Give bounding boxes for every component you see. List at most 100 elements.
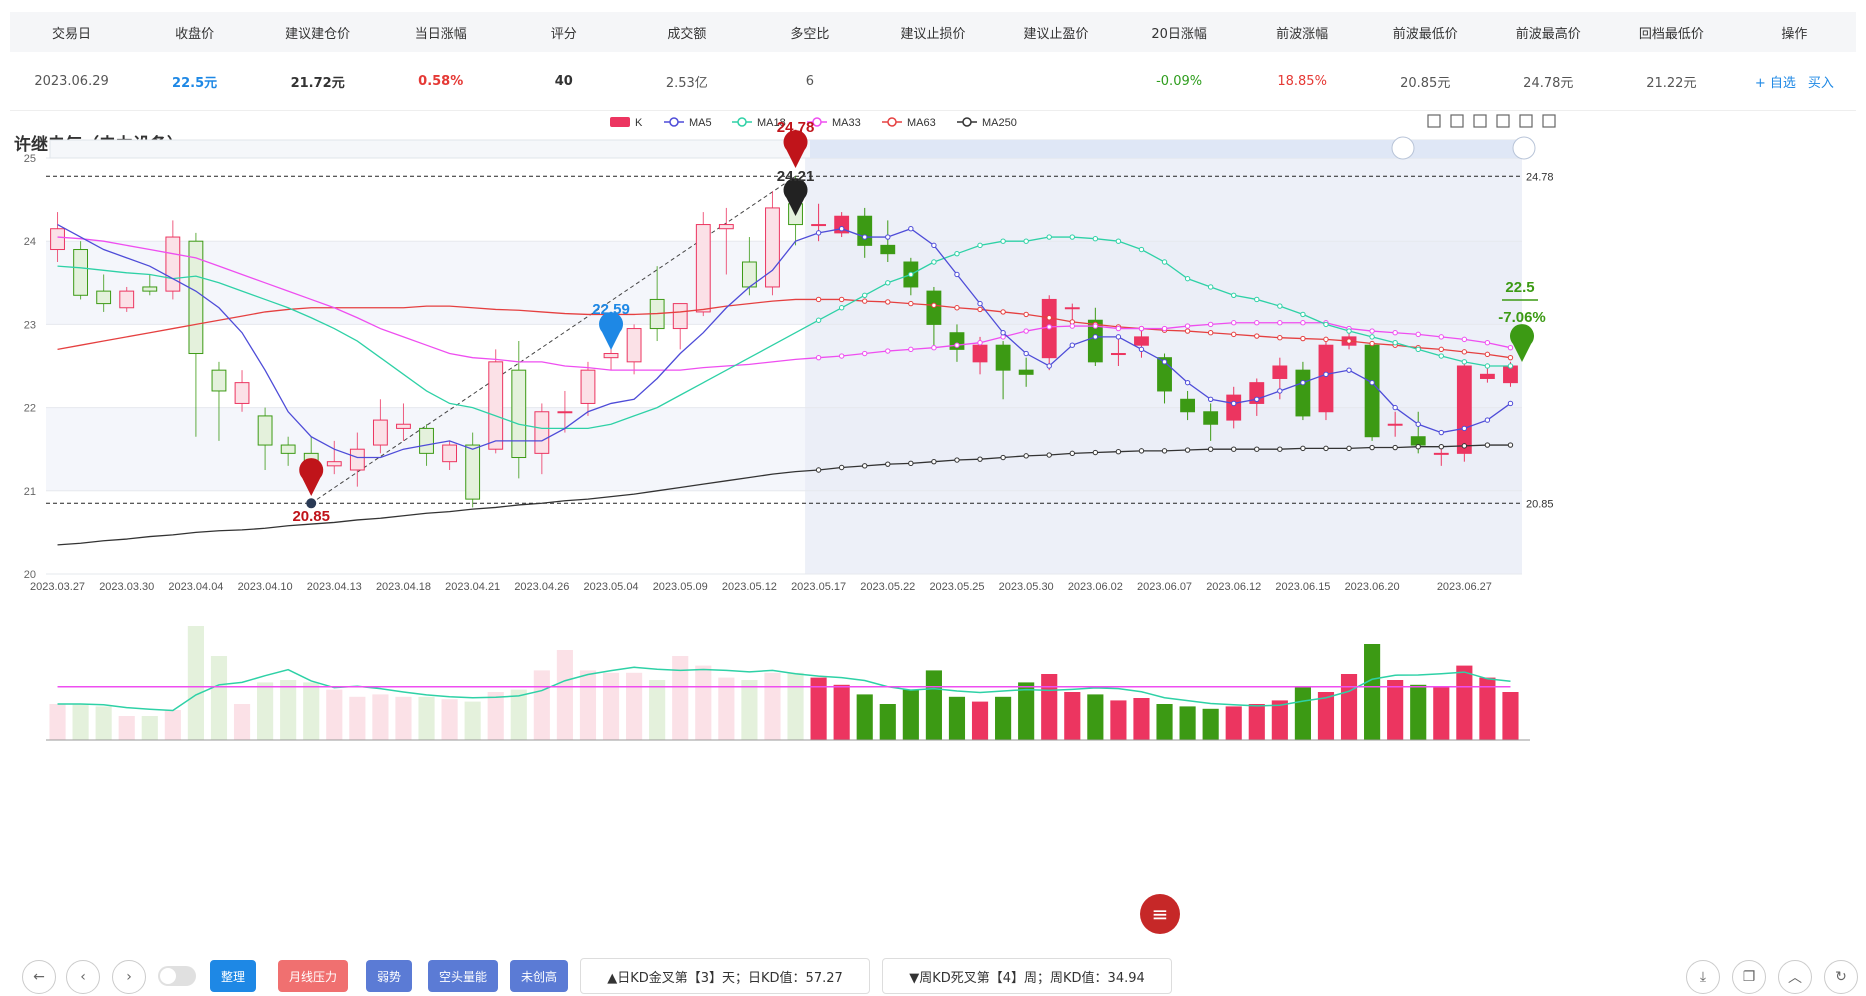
ma18-line-point xyxy=(954,250,960,257)
x-tick-label: 2023.04.10 xyxy=(238,581,293,593)
no-new-high-button[interactable]: 未创高 xyxy=(510,960,568,992)
x-tick-label: 2023.05.17 xyxy=(791,581,846,593)
legend-swatch-dot xyxy=(962,117,972,127)
ma33-line-point xyxy=(838,353,845,359)
y-tick-label: 23 xyxy=(24,319,36,331)
volume-bar xyxy=(695,665,712,740)
ma33-line-point xyxy=(1369,328,1375,334)
y-tick-label: 20 xyxy=(24,569,36,581)
volume-bar xyxy=(1387,680,1404,740)
ma63-line-point xyxy=(862,298,868,304)
ma18-line-point xyxy=(1184,275,1191,282)
last-marker-label: 22.5 xyxy=(1505,279,1534,296)
toggle-switch[interactable] xyxy=(158,966,196,986)
candle xyxy=(626,324,642,375)
volume-bar xyxy=(1271,700,1288,740)
ma63-line-point xyxy=(838,296,845,303)
volume-bar xyxy=(672,656,689,740)
candle-body xyxy=(326,461,342,467)
candle-body xyxy=(857,215,873,246)
volume-bar xyxy=(349,696,366,740)
volume-bar xyxy=(72,704,89,740)
download-tool-icon xyxy=(1542,114,1556,128)
ma33-line-point xyxy=(1392,330,1398,336)
candle xyxy=(765,191,780,296)
candle-body xyxy=(349,448,365,471)
candle-body xyxy=(396,423,411,429)
volume-bar xyxy=(948,696,966,740)
ma5-line-point xyxy=(1415,421,1421,427)
x-tick-label: 2023.04.26 xyxy=(514,581,569,593)
x-tick-label: 2023.05.25 xyxy=(929,581,984,593)
volume-bar xyxy=(280,680,297,740)
ma250-line-point xyxy=(1484,442,1491,448)
y-tick-label: 24 xyxy=(24,236,36,248)
x-tick-label: 2023.04.18 xyxy=(376,581,431,593)
legend-item: K xyxy=(610,117,643,129)
volume-bar xyxy=(1340,674,1358,740)
monthly-pressure-button[interactable]: 月线压力 xyxy=(278,960,348,992)
refresh-icon[interactable]: ↻ xyxy=(1824,960,1858,994)
ma33-line-point xyxy=(1277,320,1283,326)
x-tick-label: 2023.03.30 xyxy=(99,581,154,593)
candle-body xyxy=(419,427,434,454)
prev-icon[interactable]: ‹ xyxy=(66,960,100,994)
legend-item: MA33 xyxy=(807,117,861,129)
volume-bar xyxy=(1018,682,1035,740)
ref-label-low: 20.85 xyxy=(1526,498,1554,510)
ma63-line-point xyxy=(977,306,983,313)
ma33-line-point xyxy=(1207,321,1214,328)
ma18-line-point xyxy=(1161,259,1168,265)
volume-bar xyxy=(233,704,251,740)
short-volume-button[interactable]: 空头量能 xyxy=(428,960,498,992)
volume-bar xyxy=(995,696,1012,740)
candle xyxy=(834,212,850,238)
up-icon[interactable]: ︿ xyxy=(1778,960,1812,994)
volume-bar xyxy=(856,694,873,740)
ma5-line-point xyxy=(1138,346,1145,353)
ma18-line-point xyxy=(1323,321,1329,328)
ma18-line-point xyxy=(838,305,845,311)
back-arrow-icon[interactable]: ← xyxy=(22,960,56,994)
ma33-line-point xyxy=(1069,323,1075,329)
volume-bar xyxy=(556,650,573,740)
candle-body xyxy=(695,224,711,313)
candle-body xyxy=(672,303,688,330)
volume-bar xyxy=(118,716,135,740)
ma250-line-point xyxy=(1415,444,1421,450)
weak-button[interactable]: 弱势 xyxy=(366,960,412,992)
ma33-line-point xyxy=(1254,320,1260,326)
kline-chart[interactable]: 20 21 22 23 24 25 24.78 20.85 2023.03.27 2023.03.… xyxy=(0,0,1866,950)
ma250-line-point xyxy=(862,463,868,469)
ma250-line-point xyxy=(1046,452,1052,458)
download-icon[interactable]: ⤓ xyxy=(1686,960,1720,994)
volume-bar xyxy=(1294,686,1311,740)
tidy-button[interactable]: 整理 xyxy=(210,960,256,992)
ma18-line-point xyxy=(1438,353,1444,359)
volume-bar xyxy=(418,696,435,740)
x-tick-label: 2023.05.09 xyxy=(653,581,708,593)
ma5-line-point xyxy=(931,242,937,249)
ma33-line-point xyxy=(885,348,891,354)
volume-bar xyxy=(1156,704,1173,740)
ma33-line-point xyxy=(1184,323,1191,329)
ma5-line-point xyxy=(1000,330,1006,336)
volume-bar xyxy=(1502,692,1519,740)
menu-icon[interactable]: ≡ xyxy=(1140,894,1180,934)
candle xyxy=(1295,361,1311,421)
volume-bar xyxy=(533,670,550,740)
candle xyxy=(234,370,250,412)
ma5-line-point xyxy=(838,226,845,232)
volume-bar xyxy=(257,682,274,740)
next-icon[interactable]: › xyxy=(112,960,146,994)
ma63-line-point xyxy=(1300,335,1306,342)
ma5-line-point xyxy=(1507,400,1514,407)
volume-ma-short xyxy=(57,666,1511,712)
ma5-line-point xyxy=(954,271,960,278)
x-tick-label: 2023.05.04 xyxy=(584,581,639,593)
ma33-line-point xyxy=(1507,344,1514,351)
ma18-line-point xyxy=(1484,363,1491,369)
candle-body xyxy=(488,361,504,450)
ma250-line-point xyxy=(1369,444,1375,451)
copy-icon[interactable]: ❐ xyxy=(1732,960,1766,994)
